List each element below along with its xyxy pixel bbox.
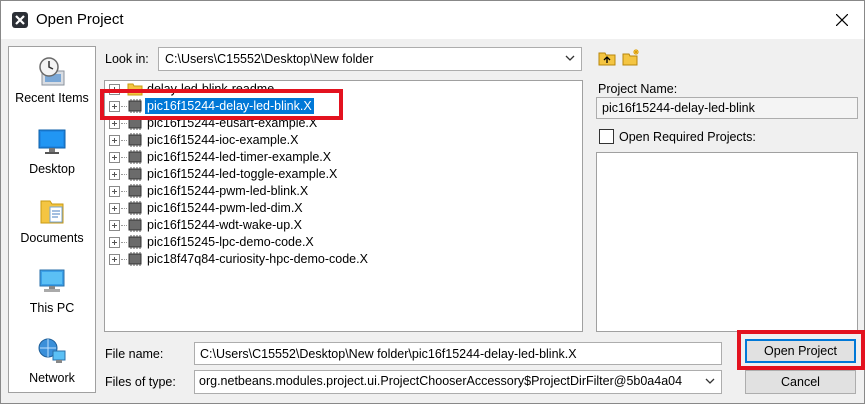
place-label: Network bbox=[29, 371, 75, 385]
expand-icon[interactable] bbox=[109, 186, 120, 197]
file-name: pic18f47q84-curiosity-hpc-demo-code.X bbox=[147, 252, 368, 266]
highlight-selected-project bbox=[100, 89, 343, 120]
look-in-label: Look in: bbox=[105, 52, 149, 66]
place-label: Desktop bbox=[29, 162, 75, 176]
place-label: This PC bbox=[29, 301, 75, 315]
this-pc-icon bbox=[39, 269, 65, 292]
place-this-pc[interactable]: This PC bbox=[9, 265, 95, 333]
recent-items-icon bbox=[39, 57, 65, 86]
file-name: pic16f15244-wdt-wake-up.X bbox=[147, 218, 302, 232]
place-documents[interactable]: Documents bbox=[9, 195, 95, 263]
expand-icon[interactable] bbox=[109, 135, 120, 146]
file-name: pic16f15245-lpc-demo-code.X bbox=[147, 235, 314, 249]
expand-icon[interactable] bbox=[109, 220, 120, 231]
files-of-type-label: Files of type: bbox=[105, 375, 176, 389]
list-item[interactable]: pic16f15244-led-timer-example.X bbox=[105, 149, 575, 166]
list-item[interactable]: pic16f15244-ioc-example.X bbox=[105, 132, 575, 149]
cancel-button[interactable]: Cancel bbox=[745, 370, 856, 394]
expand-icon[interactable] bbox=[109, 237, 120, 248]
expand-icon[interactable] bbox=[109, 152, 120, 163]
list-item[interactable]: pic18f47q84-curiosity-hpc-demo-code.X bbox=[105, 251, 575, 268]
title-bar: Open Project bbox=[1, 1, 864, 39]
file-name-field[interactable] bbox=[194, 342, 722, 365]
files-of-type-value: org.netbeans.modules.project.ui.ProjectC… bbox=[199, 374, 683, 388]
open-required-checkbox[interactable] bbox=[599, 129, 614, 144]
look-in-value: C:\Users\C15552\Desktop\New folder bbox=[165, 52, 374, 66]
open-required-label[interactable]: Open Required Projects: bbox=[619, 130, 756, 144]
file-name: pic16f15244-pwm-led-dim.X bbox=[147, 201, 303, 215]
documents-icon bbox=[40, 200, 64, 224]
list-item[interactable]: pic16f15244-pwm-led-blink.X bbox=[105, 183, 575, 200]
chip-project-icon bbox=[128, 184, 142, 198]
netbeans-app-icon bbox=[12, 12, 28, 28]
project-name-input bbox=[597, 98, 857, 118]
chip-project-icon bbox=[128, 167, 142, 181]
place-recent-items[interactable]: Recent Items bbox=[9, 55, 95, 123]
open-project-dialog: Open Project Recent Items Desktop Docume… bbox=[0, 0, 865, 404]
place-desktop[interactable]: Desktop bbox=[9, 126, 95, 194]
file-name: pic16f15244-led-timer-example.X bbox=[147, 150, 332, 164]
chip-project-icon bbox=[128, 235, 142, 249]
project-name-label: Project Name: bbox=[598, 82, 678, 96]
required-projects-list[interactable] bbox=[596, 152, 858, 332]
chip-project-icon bbox=[128, 201, 142, 215]
list-item[interactable]: pic16f15245-lpc-demo-code.X bbox=[105, 234, 575, 251]
expand-icon[interactable] bbox=[109, 169, 120, 180]
up-one-level-icon[interactable] bbox=[597, 48, 617, 68]
highlight-open-button bbox=[737, 330, 865, 370]
close-button[interactable] bbox=[819, 1, 864, 39]
file-name: pic16f15244-led-toggle-example.X bbox=[147, 167, 338, 181]
place-label: Recent Items bbox=[15, 91, 89, 105]
places-bar: Recent Items Desktop Documents This PC N… bbox=[8, 46, 96, 393]
expand-icon[interactable] bbox=[109, 254, 120, 265]
chip-project-icon bbox=[128, 252, 142, 266]
new-folder-icon[interactable] bbox=[621, 48, 641, 68]
file-name-label: File name: bbox=[105, 347, 164, 361]
files-of-type-combo[interactable]: org.netbeans.modules.project.ui.ProjectC… bbox=[194, 370, 722, 394]
file-name: pic16f15244-ioc-example.X bbox=[147, 133, 299, 147]
list-item[interactable]: pic16f15244-led-toggle-example.X bbox=[105, 166, 575, 183]
list-item[interactable]: pic16f15244-pwm-led-dim.X bbox=[105, 200, 575, 217]
look-in-combo[interactable]: C:\Users\C15552\Desktop\New folder bbox=[158, 47, 582, 71]
chip-project-icon bbox=[128, 150, 142, 164]
window-title: Open Project bbox=[36, 11, 124, 28]
chip-project-icon bbox=[128, 218, 142, 232]
chip-project-icon bbox=[128, 133, 142, 147]
expand-icon[interactable] bbox=[109, 203, 120, 214]
chevron-down-icon bbox=[705, 378, 715, 384]
chevron-down-icon bbox=[565, 55, 575, 61]
file-name: pic16f15244-pwm-led-blink.X bbox=[147, 184, 309, 198]
desktop-icon bbox=[38, 129, 66, 154]
close-icon bbox=[835, 14, 848, 26]
file-name-input[interactable] bbox=[195, 343, 721, 364]
network-icon bbox=[38, 338, 66, 363]
place-network[interactable]: Network bbox=[9, 335, 95, 403]
place-label: Documents bbox=[20, 231, 84, 245]
list-item[interactable]: pic16f15244-wdt-wake-up.X bbox=[105, 217, 575, 234]
project-name-field bbox=[596, 97, 858, 119]
